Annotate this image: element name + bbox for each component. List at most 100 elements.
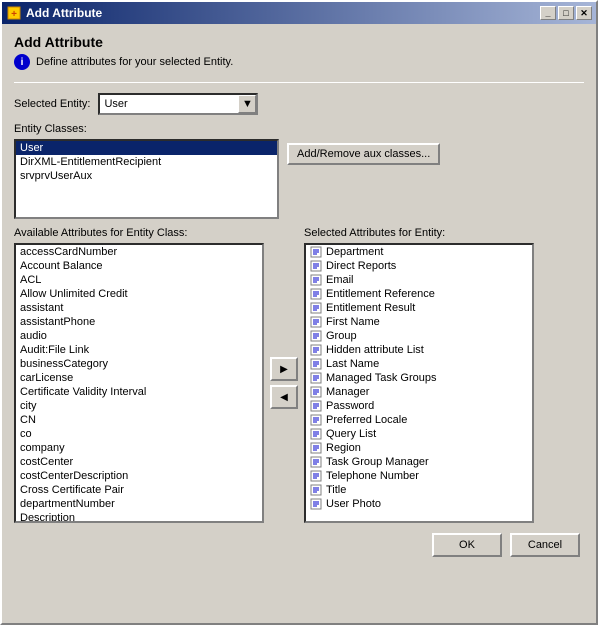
classes-label: Entity Classes: — [14, 123, 584, 135]
selected-attribute-item[interactable]: Title — [306, 483, 532, 497]
selected-attributes-listbox[interactable]: DepartmentDirect ReportsEmailEntitlement… — [304, 243, 534, 523]
attribute-name: Hidden attribute List — [326, 344, 424, 356]
selected-attribute-item[interactable]: User Photo — [306, 497, 532, 511]
selected-attribute-item[interactable]: Hidden attribute List — [306, 343, 532, 357]
selected-attribute-item[interactable]: Preferred Locale — [306, 413, 532, 427]
selected-attribute-item[interactable]: Password — [306, 399, 532, 413]
maximize-button[interactable]: □ — [558, 6, 574, 20]
attribute-name: Password — [326, 400, 374, 412]
entity-class-item[interactable]: User — [16, 141, 277, 155]
titlebar: + Add Attribute _ □ ✕ — [2, 2, 596, 24]
selected-attribute-item[interactable]: Task Group Manager — [306, 455, 532, 469]
attribute-name: Region — [326, 442, 361, 454]
selected-attribute-item[interactable]: Direct Reports — [306, 259, 532, 273]
available-attributes-listbox[interactable]: accessCardNumberAccount BalanceACLAllow … — [14, 243, 264, 523]
available-attribute-item[interactable]: carLicense — [16, 371, 262, 385]
selected-attribute-item[interactable]: Region — [306, 441, 532, 455]
selected-attribute-item[interactable]: Department — [306, 245, 532, 259]
available-attribute-item[interactable]: Audit:File Link — [16, 343, 262, 357]
attribute-name: Managed Task Groups — [326, 372, 436, 384]
transfer-buttons: ▶ ◀ — [264, 227, 304, 409]
attribute-name: Department — [326, 246, 383, 258]
available-label: Available Attributes for Entity Class: — [14, 227, 264, 239]
available-attribute-item[interactable]: ACL — [16, 273, 262, 287]
selected-section: Selected Attributes for Entity: Departme… — [304, 227, 534, 523]
selected-attribute-item[interactable]: Manager — [306, 385, 532, 399]
available-attribute-item[interactable]: Allow Unlimited Credit — [16, 287, 262, 301]
attribute-name: Preferred Locale — [326, 414, 407, 426]
available-attribute-item[interactable]: assistant — [16, 301, 262, 315]
attribute-icon — [310, 260, 322, 272]
attribute-icon — [310, 302, 322, 314]
info-icon: i — [14, 54, 30, 70]
available-attribute-item[interactable]: audio — [16, 329, 262, 343]
entity-class-item[interactable]: srvprvUserAux — [16, 169, 277, 183]
selected-attribute-item[interactable]: Entitlement Reference — [306, 287, 532, 301]
titlebar-title: Add Attribute — [26, 6, 540, 20]
selected-attribute-item[interactable]: Last Name — [306, 357, 532, 371]
available-attribute-item[interactable]: costCenterDescription — [16, 469, 262, 483]
available-attribute-item[interactable]: accessCardNumber — [16, 245, 262, 259]
main-title: Add Attribute — [14, 34, 584, 50]
entity-classes-listbox[interactable]: UserDirXML-EntitlementRecipientsrvprvUse… — [14, 139, 279, 219]
attribute-icon — [310, 288, 322, 300]
attribute-icon — [310, 442, 322, 454]
selected-attribute-item[interactable]: First Name — [306, 315, 532, 329]
selected-attribute-item[interactable]: Group — [306, 329, 532, 343]
attribute-name: Entitlement Result — [326, 302, 415, 314]
titlebar-icon: + — [6, 5, 22, 21]
attribute-icon — [310, 414, 322, 426]
entity-dropdown[interactable]: User — [98, 93, 258, 115]
subtitle-row: i Define attributes for your selected En… — [14, 54, 584, 70]
selected-label: Selected Attributes for Entity: — [304, 227, 534, 239]
available-attribute-item[interactable]: Account Balance — [16, 259, 262, 273]
available-attribute-item[interactable]: company — [16, 441, 262, 455]
attribute-icon — [310, 274, 322, 286]
bottom-buttons: OK Cancel — [14, 533, 584, 557]
attribute-icon — [310, 386, 322, 398]
attribute-icon — [310, 400, 322, 412]
available-attribute-item[interactable]: Certificate Validity Interval — [16, 385, 262, 399]
available-attribute-item[interactable]: departmentNumber — [16, 497, 262, 511]
ok-button[interactable]: OK — [432, 533, 502, 557]
subtitle-text: Define attributes for your selected Enti… — [36, 56, 233, 68]
attribute-name: Email — [326, 274, 354, 286]
bottom-area: Available Attributes for Entity Class: a… — [14, 227, 584, 523]
available-attribute-item[interactable]: costCenter — [16, 455, 262, 469]
cancel-button[interactable]: Cancel — [510, 533, 580, 557]
selected-attribute-item[interactable]: Telephone Number — [306, 469, 532, 483]
attribute-name: Group — [326, 330, 357, 342]
available-attribute-item[interactable]: co — [16, 427, 262, 441]
attribute-icon — [310, 330, 322, 342]
svg-text:+: + — [11, 9, 17, 20]
selected-attribute-item[interactable]: Query List — [306, 427, 532, 441]
attribute-name: User Photo — [326, 498, 381, 510]
add-remove-aux-button[interactable]: Add/Remove aux classes... — [287, 143, 440, 165]
transfer-left-button[interactable]: ◀ — [270, 385, 298, 409]
available-attribute-item[interactable]: businessCategory — [16, 357, 262, 371]
close-button[interactable]: ✕ — [576, 6, 592, 20]
selected-attribute-item[interactable]: Email — [306, 273, 532, 287]
available-attribute-item[interactable]: assistantPhone — [16, 315, 262, 329]
entity-class-item[interactable]: DirXML-EntitlementRecipient — [16, 155, 277, 169]
attribute-icon — [310, 358, 322, 370]
available-attribute-item[interactable]: CN — [16, 413, 262, 427]
minimize-button[interactable]: _ — [540, 6, 556, 20]
available-attribute-item[interactable]: Cross Certificate Pair — [16, 483, 262, 497]
attribute-icon — [310, 344, 322, 356]
selected-attribute-item[interactable]: Managed Task Groups — [306, 371, 532, 385]
available-section: Available Attributes for Entity Class: a… — [14, 227, 264, 523]
attribute-icon — [310, 428, 322, 440]
add-attribute-window: + Add Attribute _ □ ✕ Add Attribute i De… — [0, 0, 598, 625]
entity-label: Selected Entity: — [14, 98, 90, 110]
available-attribute-item[interactable]: city — [16, 399, 262, 413]
available-attribute-item[interactable]: Description — [16, 511, 262, 523]
selected-attribute-item[interactable]: Entitlement Result — [306, 301, 532, 315]
transfer-right-button[interactable]: ▶ — [270, 357, 298, 381]
attribute-name: First Name — [326, 316, 380, 328]
attribute-icon — [310, 470, 322, 482]
attribute-icon — [310, 456, 322, 468]
attribute-name: Last Name — [326, 358, 379, 370]
attribute-name: Title — [326, 484, 346, 496]
attribute-icon — [310, 484, 322, 496]
